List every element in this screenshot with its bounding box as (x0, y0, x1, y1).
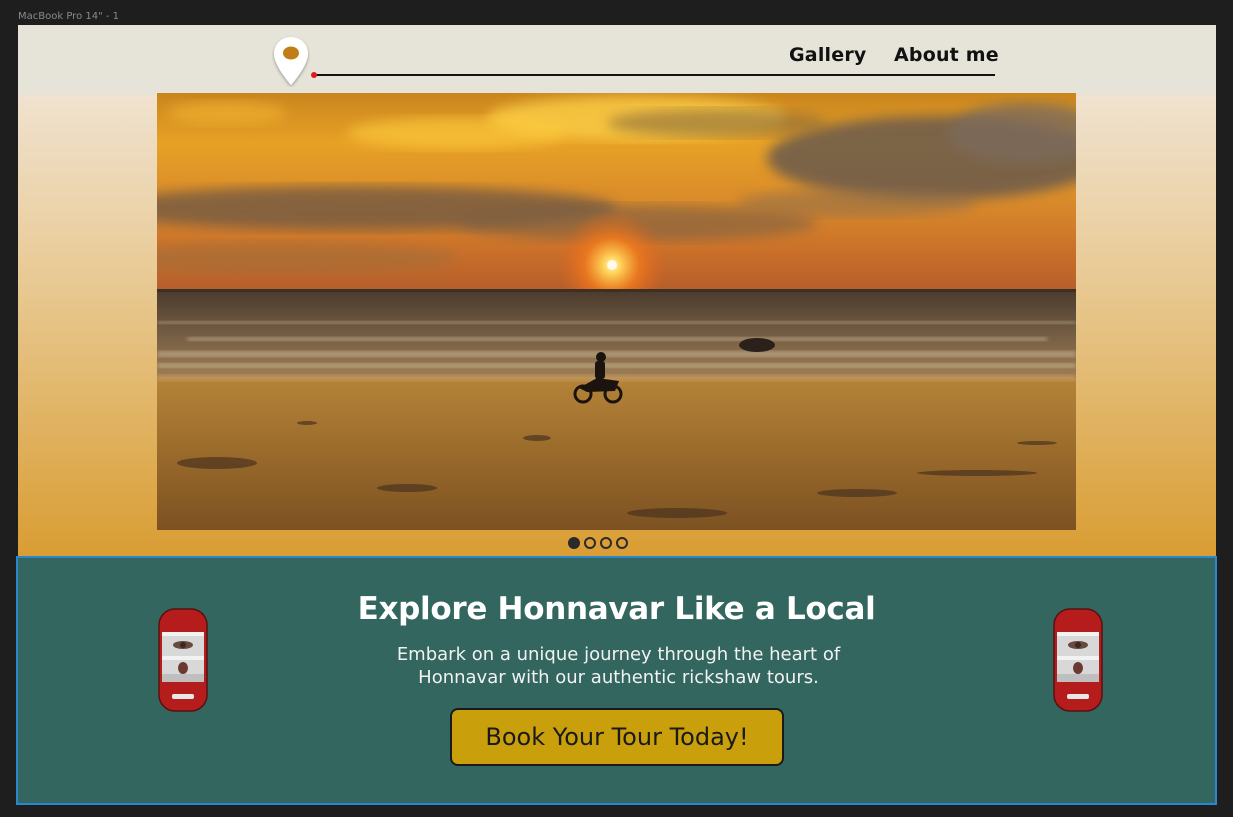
book-tour-button[interactable]: Book Your Tour Today! (450, 708, 784, 766)
site-header: Gallery About me (18, 25, 1216, 93)
cta-section: Explore Honnavar Like a Local Embark on … (16, 556, 1217, 805)
frame-label: MacBook Pro 14" - 1 (18, 11, 120, 22)
carousel-dot-3[interactable] (600, 537, 612, 549)
carousel-dot-2[interactable] (584, 537, 596, 549)
cta-title: Explore Honnavar Like a Local (357, 591, 876, 627)
nav-line-dot (311, 72, 317, 78)
nav-link-gallery[interactable]: Gallery (789, 44, 866, 66)
carousel-dot-1[interactable] (568, 537, 580, 549)
carousel-pagination (568, 537, 628, 549)
carousel-dot-4[interactable] (616, 537, 628, 549)
cta-subtitle: Embark on a unique journey through the h… (396, 644, 841, 688)
nav-link-about-me[interactable]: About me (894, 44, 999, 66)
map-pin-icon[interactable] (272, 35, 310, 87)
rickshaw-icon (1053, 608, 1103, 712)
nav-underline (314, 74, 995, 76)
hero-image (157, 93, 1076, 530)
